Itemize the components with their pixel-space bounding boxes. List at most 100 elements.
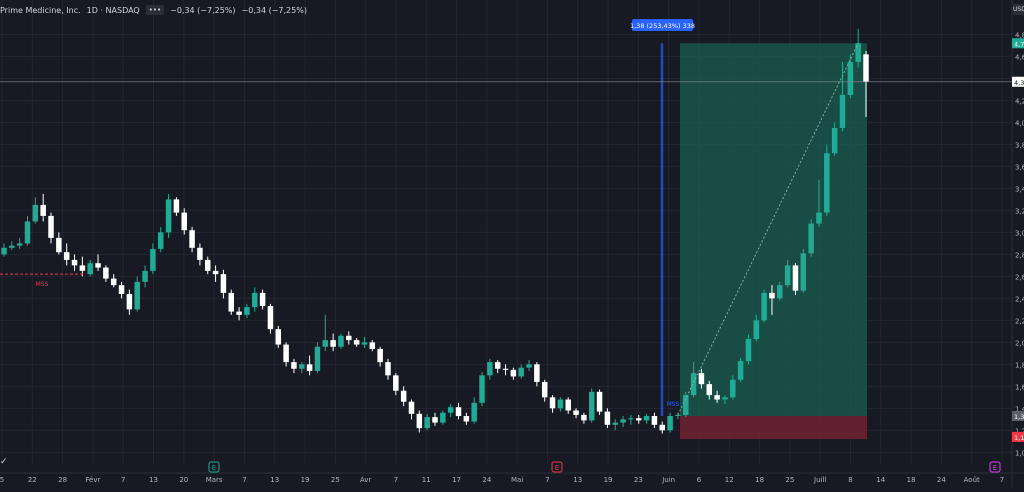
candle-body	[424, 417, 430, 429]
y-tick-label: 1,0	[1015, 449, 1024, 457]
candle-body	[259, 292, 266, 307]
candle-body	[150, 248, 156, 271]
candle-body	[839, 94, 846, 128]
candle-body	[87, 263, 93, 275]
candle-body	[604, 411, 611, 425]
price-label: 4,7	[1014, 40, 1024, 48]
candle-body	[361, 342, 368, 345]
candle-body	[118, 285, 125, 294]
candle-body	[408, 401, 415, 414]
x-tick-label: 24	[937, 476, 946, 484]
candle-body	[816, 212, 822, 224]
candle-body	[330, 340, 336, 347]
y-tick-label: 3,4	[1015, 185, 1024, 193]
target-zone	[680, 43, 867, 417]
candle-body	[142, 270, 148, 282]
candle-body	[502, 368, 509, 370]
candle-body	[447, 407, 454, 413]
candle-body	[745, 339, 752, 362]
candle-body	[690, 373, 697, 396]
x-tick-label: 13	[149, 476, 158, 484]
mss-label: MSS	[36, 281, 49, 288]
candle-body	[753, 320, 760, 340]
more-options-icon[interactable]: •••	[145, 5, 165, 15]
candle-body	[1, 247, 7, 255]
price-change-secondary: −0,34 (−7,25%)	[241, 5, 307, 15]
y-tick-label: 3,2	[1015, 207, 1024, 215]
dividend-marker: E	[555, 464, 559, 472]
y-tick-label: 2,4	[1015, 295, 1024, 303]
candle-body	[761, 292, 767, 321]
candle-body	[291, 362, 297, 369]
y-tick-label: 3,0	[1015, 229, 1024, 237]
candle-body	[173, 199, 180, 213]
interval-exchange[interactable]: 1D · NASDAQ	[87, 6, 140, 15]
price-chart[interactable]: MSSMSS1,38 (253,43%) 338 4,84,64,44,24,0…	[0, 0, 1024, 488]
candle-body	[706, 384, 713, 396]
x-tick-label: Août	[964, 476, 980, 484]
price-label: 4,3	[1014, 79, 1024, 87]
y-tick-label: 3,6	[1015, 163, 1024, 171]
candle-body	[299, 364, 305, 369]
price-change: −0,34 (−7,25%)	[170, 5, 236, 15]
candle-body	[769, 292, 775, 299]
measure-label: 1,38 (253,43%) 338	[630, 22, 695, 30]
candle-body	[847, 61, 854, 95]
candle-body	[463, 416, 470, 422]
x-tick-label: 5	[0, 476, 4, 484]
candle-body	[134, 281, 140, 310]
candle-body	[346, 335, 352, 341]
candle-body	[400, 390, 407, 402]
currency-button[interactable]: USD	[1013, 4, 1024, 15]
y-tick-label: 2,2	[1015, 317, 1024, 325]
symbol-title[interactable]: Prime Medicine, Inc.	[0, 6, 81, 15]
candle-body	[737, 361, 744, 380]
candle-body	[494, 362, 501, 369]
candle-body	[63, 252, 70, 260]
candle-body	[252, 292, 258, 308]
x-tick-label: Févr	[85, 476, 100, 484]
candle-body	[831, 127, 838, 154]
y-tick-label: 1,8	[1015, 361, 1024, 369]
candle-body	[784, 265, 791, 286]
candle-body	[628, 418, 634, 420]
x-tick-label: 20	[179, 476, 188, 484]
y-tick-label: 2,6	[1015, 273, 1024, 281]
candle-body	[40, 204, 46, 216]
candle-body	[659, 424, 665, 431]
candle-body	[651, 416, 658, 425]
x-tick-label: Mai	[511, 476, 523, 484]
candle-body	[730, 379, 736, 398]
x-tick-label: 8	[848, 476, 852, 484]
candle-body	[212, 270, 219, 275]
stop-zone	[680, 416, 867, 440]
candle-body	[518, 367, 524, 377]
candle-body	[71, 259, 78, 266]
candle-body	[526, 364, 532, 368]
candle-body	[416, 413, 423, 429]
candle-body	[267, 306, 274, 330]
candle-body	[792, 265, 799, 291]
candle-body	[181, 212, 187, 231]
candle-body	[549, 397, 556, 409]
candle-body	[722, 397, 728, 400]
candle-body	[565, 399, 571, 411]
candle-body	[479, 375, 485, 403]
x-tick-label: 7	[1000, 476, 1004, 484]
candle-body	[541, 381, 548, 398]
candle-body	[189, 230, 195, 248]
y-tick-label: 2,8	[1015, 251, 1024, 259]
x-tick-label: 7	[242, 476, 246, 484]
x-tick-label: Juill	[813, 476, 826, 484]
candle-body	[393, 375, 399, 391]
x-tick-label: 7	[121, 476, 125, 484]
candle-body	[48, 215, 54, 238]
candle-body	[244, 307, 250, 315]
chart-stage: MSSMSS1,38 (253,43%) 338 4,84,64,44,24,0…	[0, 0, 1024, 488]
candle-body	[79, 265, 86, 271]
x-tick-label: Avr	[360, 476, 372, 484]
candle-body	[471, 402, 477, 422]
x-tick-label: Mars	[206, 476, 223, 484]
x-tick-label: 18	[755, 476, 764, 484]
candle-body	[667, 416, 673, 431]
